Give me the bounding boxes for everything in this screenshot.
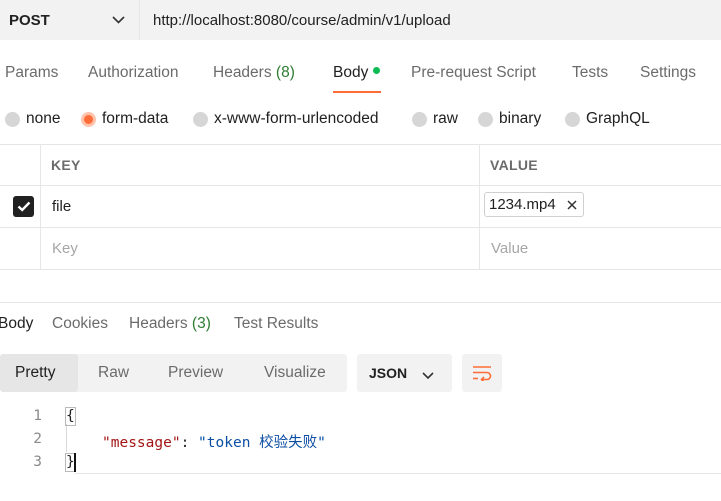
view-pretty-button[interactable]: Pretty [0, 354, 78, 392]
column-divider [40, 228, 41, 269]
file-chip[interactable]: 1234.mp4 [484, 192, 584, 217]
body-type-selector: none form-data x-www-form-urlencoded raw… [0, 104, 721, 136]
new-key-input[interactable]: Key [52, 240, 78, 257]
tab-pre-request-script[interactable]: Pre-request Script [411, 64, 536, 82]
column-divider [479, 186, 480, 227]
modified-dot-icon [373, 67, 381, 75]
radio-circle-icon [412, 111, 427, 127]
response-tab-headers[interactable]: Headers (3) [129, 315, 211, 333]
response-tab-test-results[interactable]: Test Results [234, 315, 318, 333]
column-divider [479, 145, 480, 185]
active-tab-indicator [333, 91, 381, 93]
table-row: file 1234.mp4 [0, 186, 721, 228]
radio-circle-icon [5, 111, 20, 127]
column-divider [40, 186, 41, 227]
line-number: 3 [33, 454, 42, 470]
key-column-header: KEY [51, 157, 81, 173]
indent-guide [66, 424, 67, 452]
radio-binary[interactable]: binary [478, 110, 541, 128]
checkmark-icon [17, 201, 30, 212]
editor-bottom-border [75, 473, 721, 474]
radio-circle-icon [478, 111, 493, 127]
view-raw-button[interactable]: Raw [98, 354, 129, 392]
code-line-2: "message": "token 校验失败" [102, 431, 326, 452]
response-tab-cookies[interactable]: Cookies [52, 315, 108, 333]
line-number: 1 [33, 408, 42, 424]
radio-label: raw [433, 110, 458, 127]
chevron-down-icon [112, 11, 125, 29]
chevron-down-icon [422, 367, 434, 383]
row-enabled-checkbox[interactable] [13, 196, 34, 217]
remove-file-icon[interactable] [567, 199, 577, 210]
tab-authorization[interactable]: Authorization [88, 64, 178, 82]
tab-body-label: Body [333, 64, 369, 81]
method-label: POST [9, 11, 50, 29]
radio-label: form-data [102, 110, 169, 127]
code-line-1: { [65, 407, 76, 426]
radio-label: binary [499, 110, 542, 127]
radio-label: x-www-form-urlencoded [214, 110, 379, 127]
response-body-editor[interactable]: 1 2 3 { "message": "token 校验失败" } [0, 404, 721, 474]
url-input[interactable]: http://localhost:8080/course/admin/v1/up… [140, 0, 721, 40]
response-tab-headers-count: (3) [191, 315, 211, 332]
view-preview-button[interactable]: Preview [168, 354, 223, 392]
json-colon: : [180, 435, 199, 451]
form-data-table: KEY VALUE file 1234.mp4 Key Value [0, 144, 721, 270]
radio-label: GraphQL [586, 110, 650, 127]
tab-params[interactable]: Params [5, 64, 58, 82]
wrap-lines-icon [473, 366, 492, 381]
radio-raw[interactable]: raw [412, 110, 458, 128]
file-name: 1234.mp4 [489, 196, 556, 213]
radio-circle-icon [565, 111, 580, 127]
tab-tests[interactable]: Tests [572, 64, 608, 82]
format-select[interactable]: JSON [357, 354, 452, 392]
method-select[interactable]: POST [0, 0, 140, 40]
response-tab-headers-label: Headers [129, 315, 188, 332]
view-visualize-button[interactable]: Visualize [264, 354, 326, 392]
new-value-input[interactable]: Value [491, 240, 528, 257]
radio-checked-icon [81, 111, 96, 127]
tab-headers-count: (8) [275, 64, 295, 81]
radio-form-data[interactable]: form-data [81, 110, 168, 128]
wrap-lines-button[interactable] [462, 354, 502, 392]
request-bar: POST http://localhost:8080/course/admin/… [0, 0, 721, 44]
pane-divider[interactable] [0, 302, 721, 303]
tab-settings[interactable]: Settings [640, 64, 696, 82]
column-divider [479, 228, 480, 269]
column-divider [40, 145, 41, 185]
json-key: "message" [102, 435, 181, 451]
tab-headers-label: Headers [213, 64, 272, 81]
json-string-value: "token 校验失败" [198, 435, 326, 451]
open-brace: { [65, 407, 76, 426]
radio-label: none [26, 110, 61, 127]
request-tabs: Params Authorization Headers (8) Body Pr… [0, 56, 721, 96]
response-tabs: Body Cookies Headers (3) Test Results [0, 310, 721, 340]
key-field[interactable]: file [52, 198, 71, 215]
format-label: JSON [369, 365, 408, 381]
radio-circle-icon [193, 111, 208, 127]
view-mode-segmented-control: Pretty Raw Preview Visualize [0, 354, 347, 392]
table-row-new: Key Value [0, 228, 721, 270]
response-tab-body[interactable]: Body [0, 315, 33, 333]
tab-headers[interactable]: Headers (8) [213, 64, 295, 82]
value-column-header: VALUE [490, 157, 538, 173]
line-number: 2 [33, 431, 42, 447]
table-header-row: KEY VALUE [0, 144, 721, 186]
radio-x-www-form-urlencoded[interactable]: x-www-form-urlencoded [193, 110, 379, 128]
text-cursor [74, 453, 76, 472]
radio-none[interactable]: none [5, 110, 60, 128]
radio-graphql[interactable]: GraphQL [565, 110, 650, 128]
tab-body[interactable]: Body [333, 64, 381, 82]
